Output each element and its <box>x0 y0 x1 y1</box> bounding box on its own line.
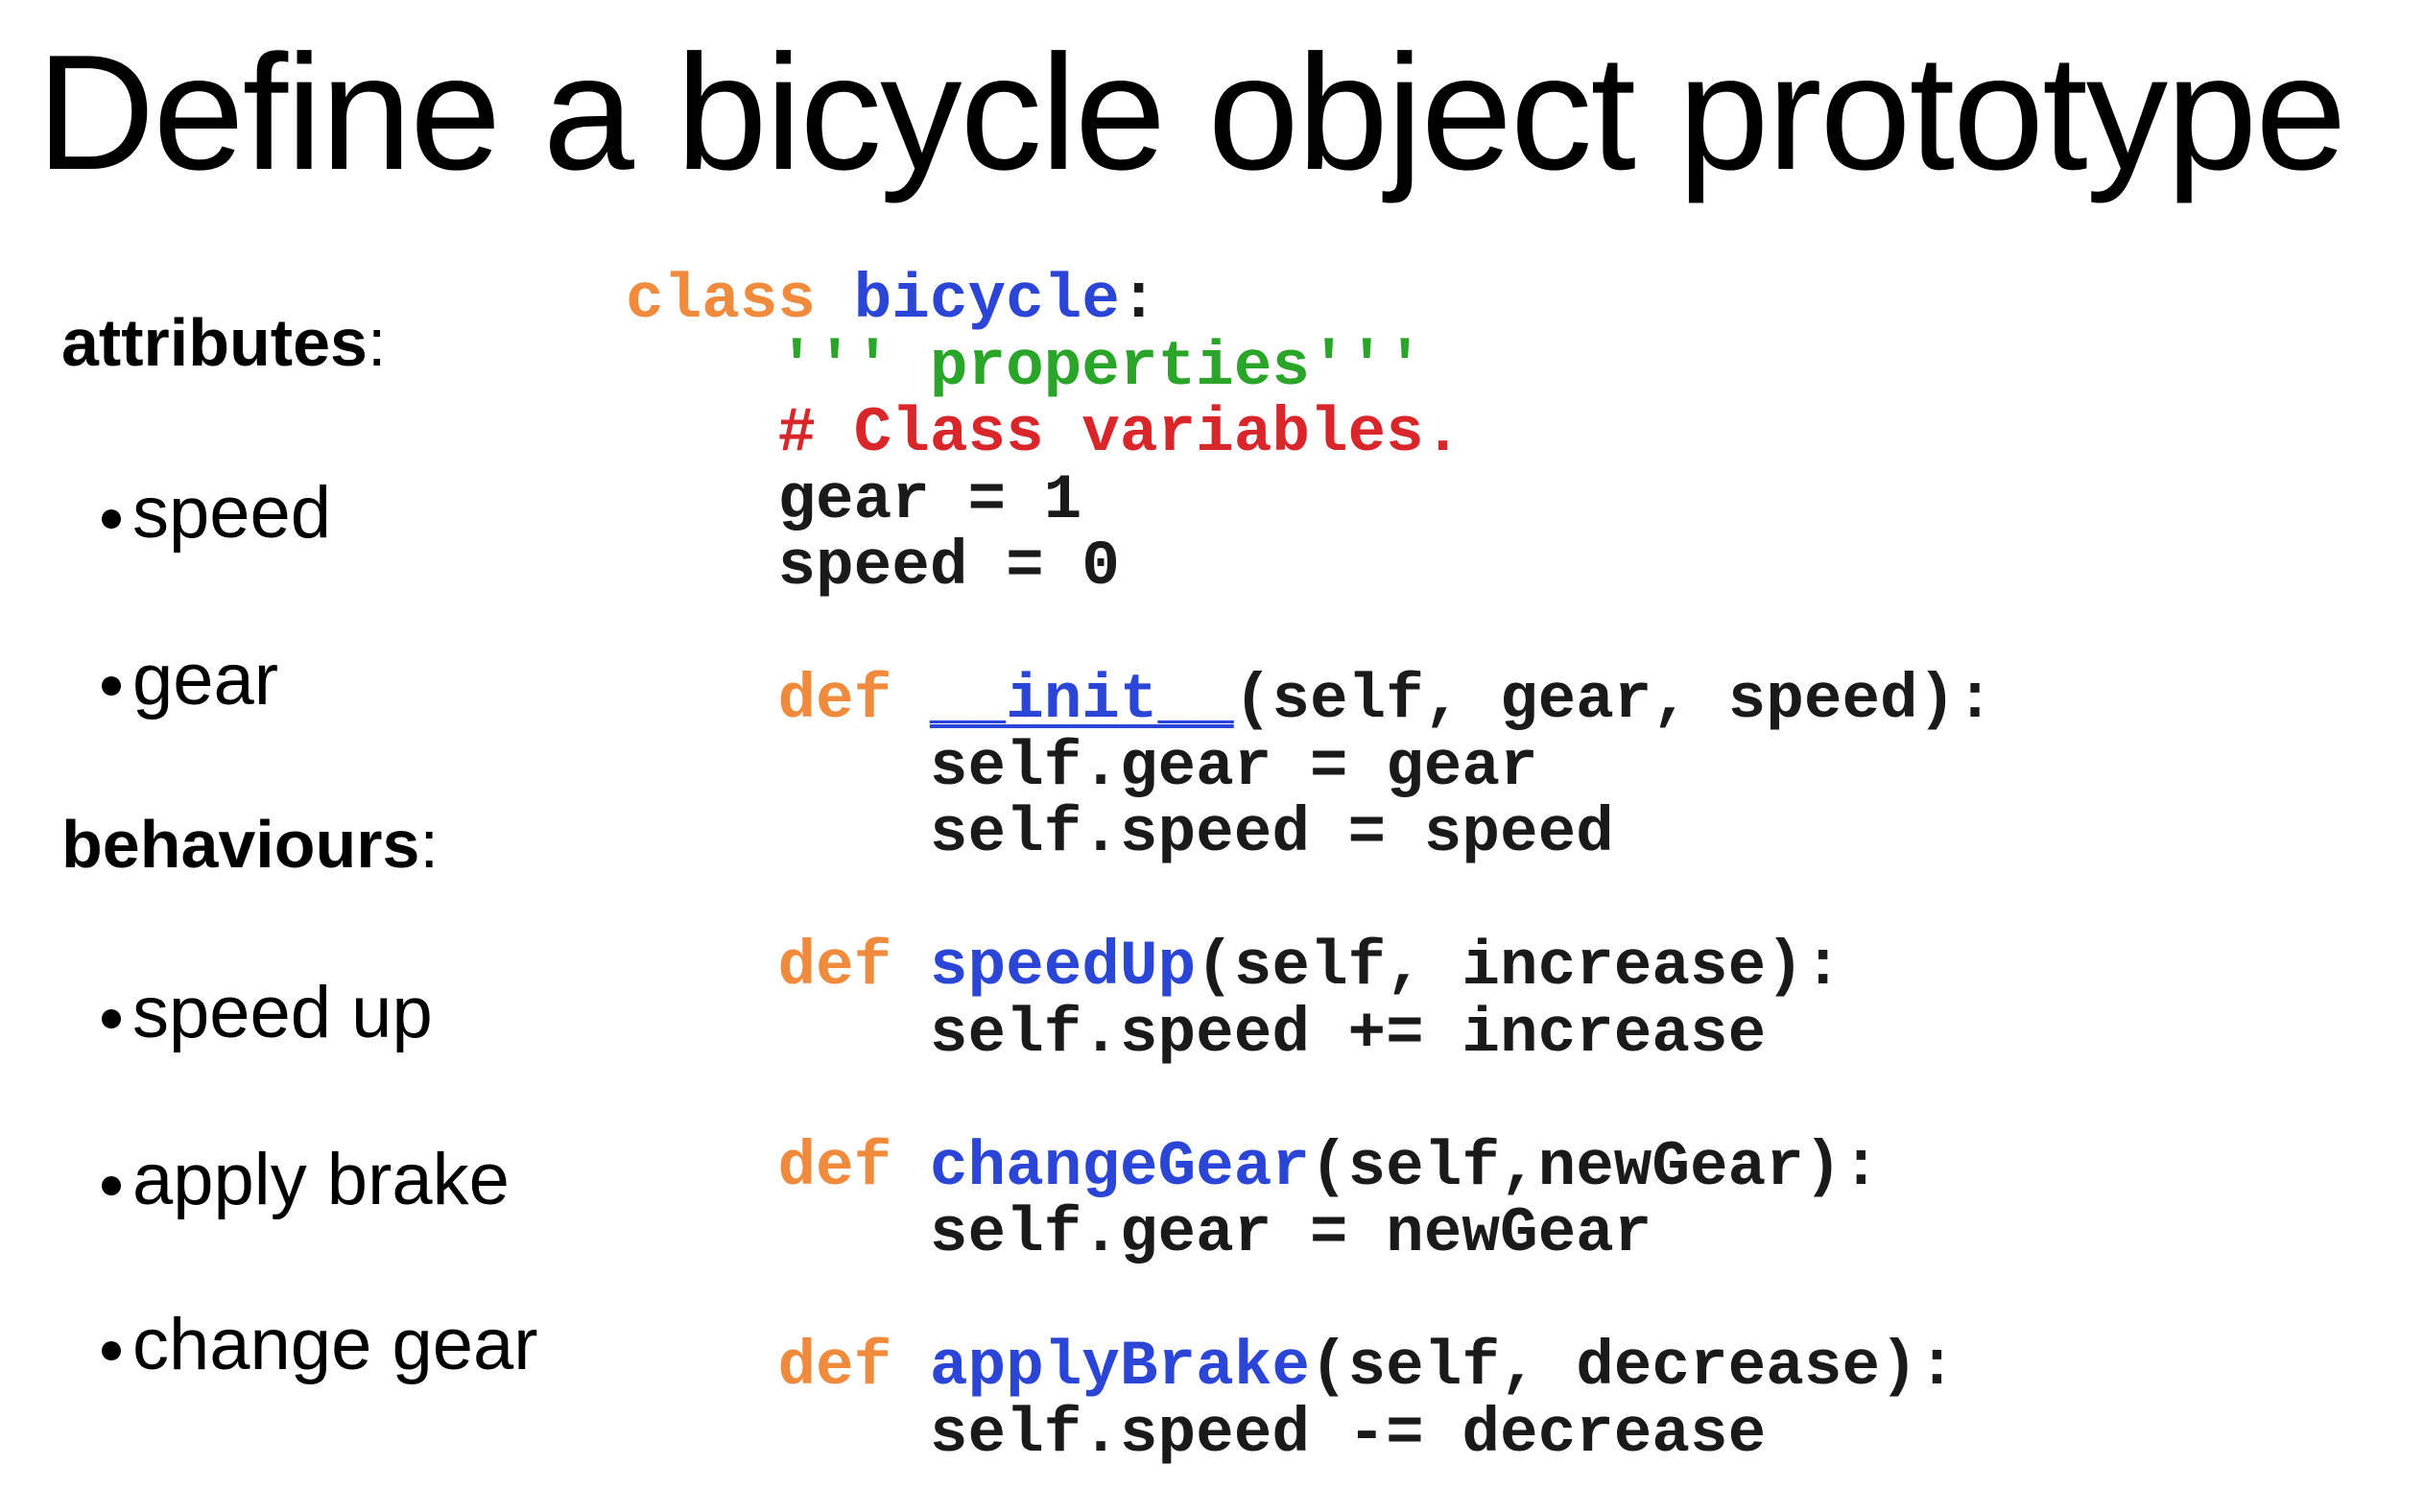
code-docstring: ''' properties''' <box>777 330 1424 403</box>
code-line: self.speed = speed <box>626 800 1994 867</box>
code-line: def speedUp(self, increase): <box>626 933 1994 1001</box>
bullet-dot-icon <box>102 1176 121 1195</box>
code-identifier: __init__ <box>929 664 1234 736</box>
code-line: def __init__(self, gear, speed): <box>626 664 1994 736</box>
code-text: (self, increase): <box>1196 931 1842 1003</box>
attribute-item-label: gear <box>132 639 279 721</box>
bullet-dot-icon <box>102 676 121 696</box>
attributes-heading: attributes: <box>61 309 386 376</box>
code-text: (self,newGear): <box>1309 1130 1881 1203</box>
attribute-item-label: speed <box>132 472 332 554</box>
code-line: gear = 1 <box>626 463 1994 536</box>
attribute-item: gear <box>102 644 278 717</box>
code-line: # Class variables. <box>626 400 1994 467</box>
behaviour-item: speed up <box>102 977 433 1050</box>
code-text: gear = 1 <box>777 463 1082 536</box>
code-line: self.gear = gear <box>626 730 1994 803</box>
code-text: speed = 0 <box>777 531 1120 602</box>
bullet-dot-icon <box>102 1009 121 1028</box>
behaviour-item: change gear <box>102 1309 538 1382</box>
code-text: self.gear = gear <box>929 730 1538 803</box>
code-identifier: bicycle <box>853 264 1120 336</box>
code-identifier: speedUp <box>929 931 1197 1003</box>
behaviour-item-label: speed up <box>132 972 433 1053</box>
code-text: (self, decrease): <box>1309 1331 1957 1403</box>
behaviour-item: apply brake <box>102 1144 510 1217</box>
code-keyword: class <box>626 264 854 336</box>
code-line: speed = 0 <box>626 533 1994 601</box>
concept-list: attributes: speed gear behaviours: speed… <box>0 0 672 1512</box>
attribute-item: speed <box>102 477 331 550</box>
code-line: def changeGear(self,newGear): <box>626 1130 1994 1203</box>
behaviours-heading-label: behaviours <box>61 807 420 882</box>
behaviour-item-label: apply brake <box>132 1139 510 1220</box>
code-line: self.speed -= decrease <box>626 1397 1994 1470</box>
code-text: self.speed += increase <box>929 997 1767 1070</box>
attributes-heading-label: attributes <box>61 305 368 380</box>
code-identifier: changeGear <box>929 1130 1310 1203</box>
behaviour-item-label: change gear <box>132 1304 538 1385</box>
code-line: self.gear = newGear <box>626 1200 1994 1267</box>
code-line: def applyBrake(self, decrease): <box>626 1334 1994 1401</box>
code-comment: # Class variables. <box>777 397 1462 469</box>
code-line: self.speed += increase <box>626 997 1994 1070</box>
behaviours-heading-colon: : <box>419 807 439 882</box>
code-keyword: def <box>777 931 930 1003</box>
code-text: (self, gear, speed): <box>1233 664 1994 736</box>
code-line: ''' properties''' <box>626 330 1994 403</box>
code-text: self.speed = speed <box>929 797 1614 869</box>
code-line: class bicycle: <box>626 267 1994 334</box>
attributes-heading-colon: : <box>367 305 387 380</box>
code-text: : <box>1119 264 1158 336</box>
code-keyword: def <box>777 1130 930 1203</box>
code-keyword: def <box>777 664 930 736</box>
code-text: self.gear = newGear <box>929 1197 1652 1269</box>
bullet-dot-icon <box>102 1341 121 1360</box>
bullet-dot-icon <box>102 509 121 529</box>
code-identifier: applyBrake <box>929 1331 1310 1403</box>
behaviours-heading: behaviours: <box>61 811 439 878</box>
code-text: self.speed -= decrease <box>929 1397 1767 1470</box>
code-block: class bicycle: ''' properties''' # Class… <box>626 267 1994 1467</box>
code-keyword: def <box>777 1331 930 1403</box>
